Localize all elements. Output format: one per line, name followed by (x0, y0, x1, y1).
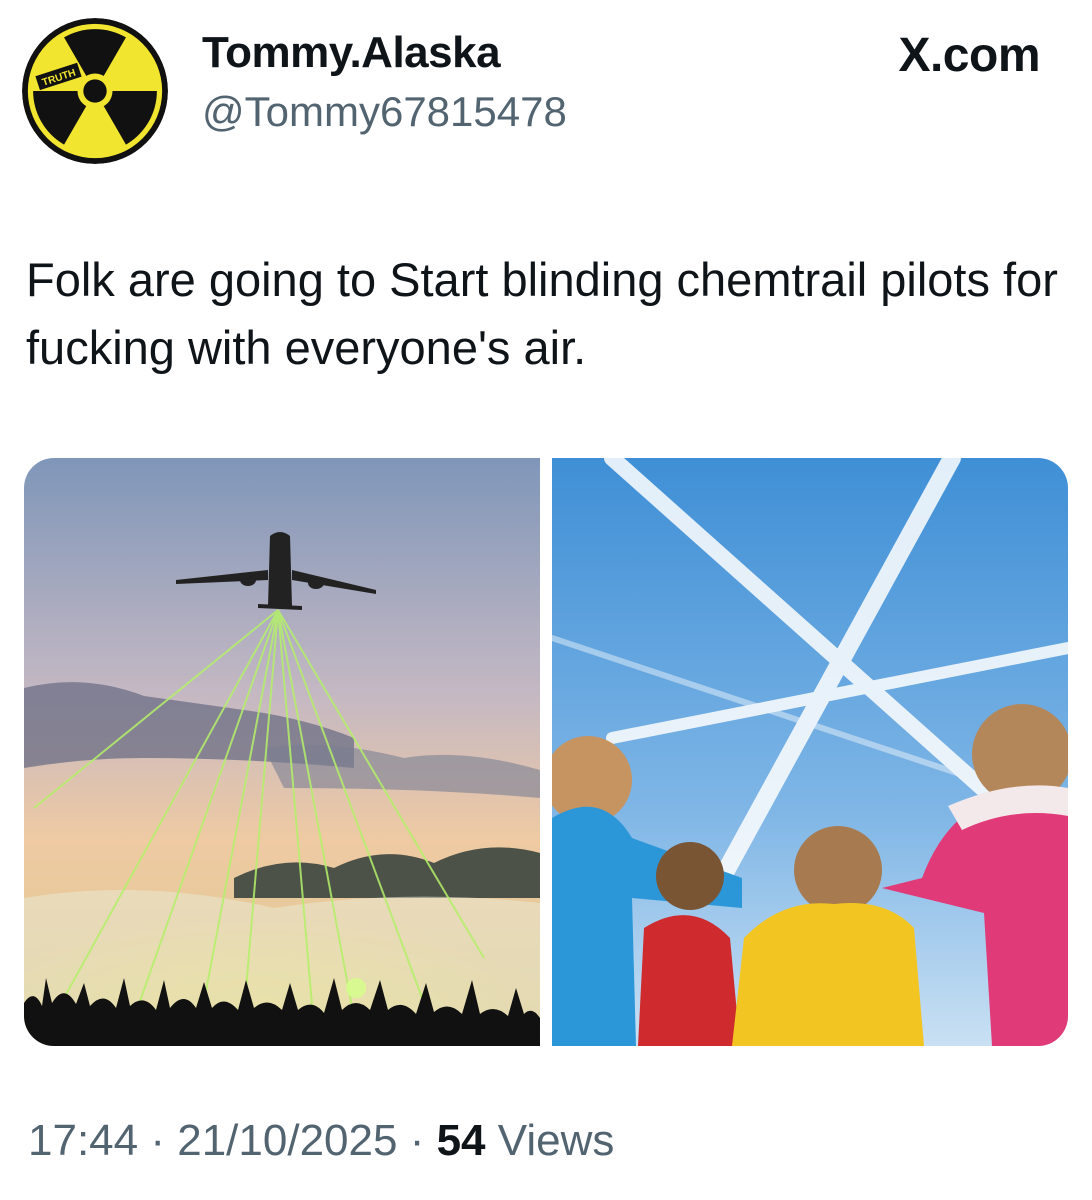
meta-separator: · (409, 1116, 425, 1165)
author-avatar[interactable]: TRUTH (22, 18, 168, 164)
source-label: X.com (898, 29, 1040, 82)
views-count: 54 (436, 1116, 486, 1165)
views-label: Views (497, 1116, 615, 1165)
author-display-name[interactable]: Tommy.Alaska (202, 28, 501, 78)
airplane-lasers-image[interactable] (24, 458, 540, 1046)
radiation-trefoil-icon: TRUTH (22, 18, 168, 164)
post-time[interactable]: 17:44 (28, 1116, 138, 1165)
media-grid (24, 458, 1068, 1046)
meta-separator: · (150, 1116, 165, 1165)
post-meta: 17:44 · 21/10/2025 · 54 Views (28, 1116, 614, 1166)
children-contrails-image[interactable] (552, 458, 1068, 1046)
author-handle[interactable]: @Tommy67815478 (202, 88, 567, 136)
post-text: Folk are going to Start blinding chemtra… (26, 253, 1058, 374)
post-date[interactable]: 21/10/2025 (177, 1116, 397, 1165)
